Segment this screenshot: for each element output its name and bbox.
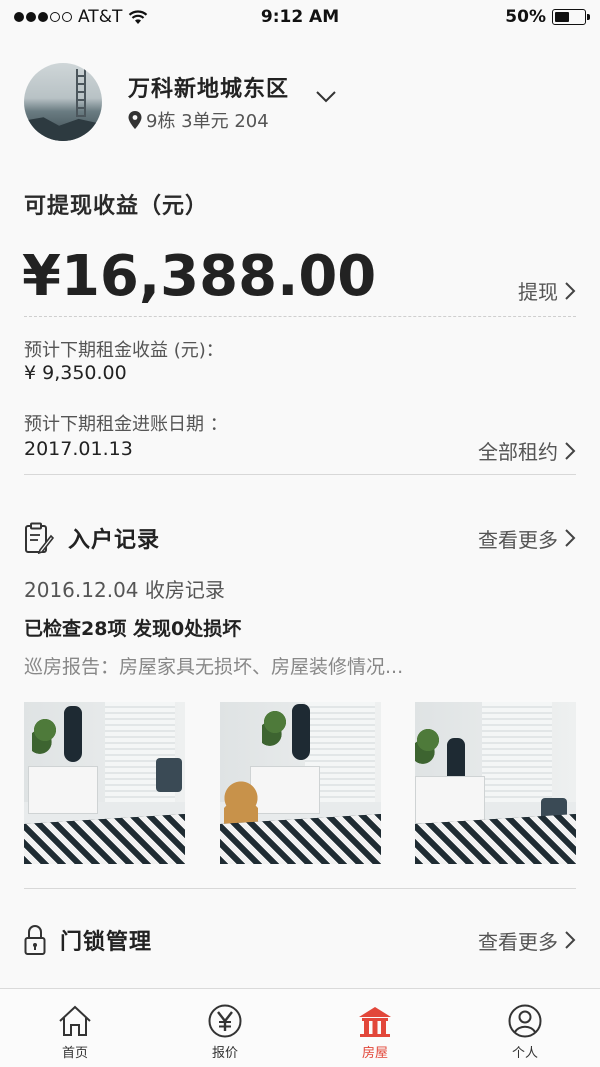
tab-label: 房屋: [361, 1046, 388, 1061]
chevron-right-icon: [565, 529, 576, 547]
record-date: 2016.12.04 收房记录: [24, 578, 225, 602]
clock: 9:12 AM: [260, 7, 340, 27]
property-header[interactable]: 万科新地城东区 9栋 3单元 204: [24, 62, 576, 142]
room-photo[interactable]: [24, 702, 185, 864]
checkin-more-button[interactable]: 查看更多: [478, 524, 576, 553]
location-pin-icon: [128, 111, 142, 129]
lock-icon: [24, 925, 46, 955]
user-icon: [508, 1004, 542, 1038]
status-bar: AT&T 9:12 AM 50%: [0, 0, 600, 34]
section-divider: [24, 474, 576, 475]
tab-label: 首页: [61, 1046, 88, 1061]
chevron-down-icon[interactable]: [315, 90, 337, 104]
battery-icon: [552, 9, 590, 25]
community-name: 万科新地城东区: [128, 77, 290, 102]
tab-home[interactable]: 首页: [0, 989, 150, 1067]
carrier-label: AT&T: [78, 7, 123, 27]
chevron-right-icon: [565, 281, 576, 300]
withdrawable-earnings-title: 可提现收益（元）: [24, 194, 209, 219]
next-rent-label: 预计下期租金收益 (元)：: [24, 340, 224, 361]
lock-title: 门锁管理: [60, 930, 153, 955]
chevron-right-icon: [565, 931, 576, 949]
clipboard-icon: [25, 522, 54, 554]
chevron-right-icon: [565, 441, 576, 460]
record-report[interactable]: 巡房报告：房屋家具无损坏、房屋装修情况...: [24, 652, 576, 679]
next-date-label: 预计下期租金进账日期 ：: [24, 414, 228, 435]
more-label: 查看更多: [478, 929, 558, 954]
address-text: 9栋 3单元 204: [146, 111, 269, 132]
room-photo[interactable]: [415, 702, 576, 864]
checkin-photos: [24, 702, 576, 864]
section-divider: [24, 888, 576, 889]
property-avatar: [24, 63, 102, 141]
all-leases-label: 全部租约: [478, 440, 558, 464]
signal-strength-icon: [14, 12, 72, 22]
withdraw-button[interactable]: 提现: [518, 276, 576, 305]
more-label: 查看更多: [478, 527, 558, 552]
tab-profile[interactable]: 个人: [450, 989, 600, 1067]
tab-label: 个人: [511, 1046, 538, 1061]
next-rent-value: ¥ 9,350.00: [24, 362, 127, 384]
yen-circle-icon: [208, 1004, 242, 1038]
withdrawable-amount: ¥16,388.00: [22, 244, 377, 309]
wifi-icon: [129, 10, 148, 24]
property-address: 9栋 3单元 204: [128, 107, 289, 133]
home-icon: [59, 1005, 91, 1036]
bottom-tab-bar: 首页 报价 房屋 个人: [0, 988, 600, 1067]
room-photo[interactable]: [220, 702, 381, 864]
record-summary: 已检查28项 发现0处损坏: [24, 618, 242, 640]
tab-label: 报价: [211, 1046, 238, 1061]
tab-quote[interactable]: 报价: [150, 989, 300, 1067]
dashed-divider: [24, 316, 576, 317]
all-leases-button[interactable]: 全部租约: [478, 436, 576, 465]
checkin-section-header: 入户记录 查看更多: [24, 520, 576, 556]
withdraw-label: 提现: [518, 280, 558, 304]
battery-percent: 50%: [505, 7, 546, 27]
lock-more-button[interactable]: 查看更多: [478, 926, 576, 955]
checkin-title: 入户记录: [68, 528, 161, 553]
house-icon: [359, 1007, 391, 1037]
tab-house[interactable]: 房屋: [300, 989, 450, 1067]
lock-section-header: 门锁管理 查看更多: [24, 922, 576, 958]
next-date-value: 2017.01.13: [24, 438, 133, 460]
